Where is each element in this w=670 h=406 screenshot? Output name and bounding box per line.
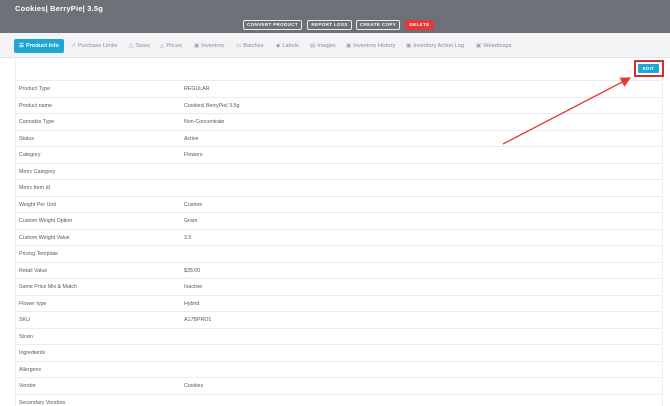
inventory-icon: ▣ xyxy=(194,43,200,49)
field-label: Vendor xyxy=(19,383,36,389)
field-row: Metrc Category xyxy=(15,162,663,180)
field-label: Metrc Item Id xyxy=(19,185,50,191)
product-fields: Product Type REGULAR Product name Cookies|… xyxy=(15,80,663,406)
tab-label: Labels xyxy=(282,43,299,49)
field-value: Non-Concentrate xyxy=(184,119,225,125)
tab-label: Purchase Limits xyxy=(77,43,118,49)
field-label: Custom Weight Value xyxy=(19,234,70,241)
create-copy-button[interactable]: CREATE COPY xyxy=(356,20,400,30)
tax-icon: △ xyxy=(129,43,134,49)
field-row: Weight Per Unit Custom xyxy=(15,195,663,213)
field-value: Custom xyxy=(184,201,203,208)
field-row: Pricing Template xyxy=(15,245,663,262)
field-value: Hybrid xyxy=(184,300,200,307)
field-row: Ingredients xyxy=(15,344,663,361)
tab-inventory-history[interactable]: ▣ Inventory History xyxy=(346,39,395,53)
field-row: Cannabis Type Non-Concentrate xyxy=(15,113,663,130)
field-row: Strain xyxy=(15,327,663,345)
batches-icon: ▭ xyxy=(236,43,242,49)
tab-labels[interactable]: ◆ Labels xyxy=(276,39,299,53)
field-value: Cookies| BerryPie| 3.5g xyxy=(184,102,240,109)
field-row: Metrc Item Id xyxy=(15,179,663,196)
report-loss-button[interactable]: REPORT LOSS xyxy=(307,20,352,30)
field-label: Strain xyxy=(19,333,33,340)
tab-label: Taxes xyxy=(135,43,150,49)
tab-prices[interactable]: △ Prices xyxy=(160,39,182,53)
header-actions: CONVERT PRODUCT REPORT LOSS CREATE COPY … xyxy=(0,20,670,30)
log-icon: ▣ xyxy=(406,43,412,49)
convert-product-button[interactable]: CONVERT PRODUCT xyxy=(243,20,302,30)
field-label: Retail Value xyxy=(19,267,48,274)
tab-images[interactable]: ▤ Images xyxy=(310,39,336,53)
field-label: Cannabis Type xyxy=(19,119,55,125)
tab-label: Batches xyxy=(243,43,264,49)
field-label: Status xyxy=(19,135,35,142)
field-value: $35.00 xyxy=(184,267,201,274)
tab-bar: ☰ Product Info ↗ Purchase Limits △ Taxes △ P… xyxy=(0,33,670,58)
field-label: Product Type xyxy=(19,86,51,92)
price-icon: △ xyxy=(160,43,165,49)
field-label: Product name xyxy=(19,102,52,109)
list-icon: ☰ xyxy=(19,43,25,49)
tag-icon: ◆ xyxy=(276,43,281,49)
field-value: A17BPRO1 xyxy=(184,317,212,323)
field-row: Secondary Vendors xyxy=(15,393,663,406)
page-title: Cookies| BerryPie| 3.5g xyxy=(15,4,104,13)
tab-label: Inventory Action Log xyxy=(413,43,464,49)
field-value: Cookies xyxy=(184,383,204,389)
field-row: Product name Cookies| BerryPie| 3.5g xyxy=(15,96,663,114)
field-label: Custom Weight Option xyxy=(19,218,73,224)
weedmaps-icon: ▣ xyxy=(476,43,482,49)
tab-label: Weedmaps xyxy=(483,43,512,49)
tab-label: Inventory xyxy=(201,43,225,49)
field-row: Product Type REGULAR xyxy=(15,80,663,97)
field-row: Custom Weight Option Gram xyxy=(15,212,663,229)
field-value: Flowers xyxy=(184,152,203,158)
tab-label: Prices xyxy=(166,43,182,49)
field-row: Category Flowers xyxy=(15,146,663,163)
field-value: Gram xyxy=(184,218,198,224)
field-value: Active xyxy=(184,135,199,142)
tab-taxes[interactable]: △ Taxes xyxy=(129,39,150,53)
tab-batches[interactable]: ▭ Batches xyxy=(236,39,264,53)
field-row: SKU A17BPRO1 xyxy=(15,311,663,328)
field-label: Category xyxy=(19,152,41,158)
field-row: Allergens xyxy=(15,360,663,378)
tab-inventory-action-log[interactable]: ▣ Inventory Action Log xyxy=(406,39,464,53)
tab-label: Product Info xyxy=(26,43,59,49)
field-row: Status Active xyxy=(15,129,663,147)
tab-label: Images xyxy=(317,43,336,49)
field-row: Vendor Cookies xyxy=(15,377,663,394)
field-label: Allergens xyxy=(19,366,42,373)
image-icon: ▤ xyxy=(310,43,316,49)
delete-button[interactable]: DELETE xyxy=(405,20,434,30)
field-row: Custom Weight Value 3.5 xyxy=(15,228,663,246)
edit-button[interactable]: EDIT xyxy=(638,64,659,73)
history-icon: ▣ xyxy=(346,43,352,49)
tab-inventory[interactable]: ▣ Inventory xyxy=(194,39,224,53)
tab-weedmaps[interactable]: ▣ Weedmaps xyxy=(476,39,512,53)
field-row: Same Price Mix & Match Inactive xyxy=(15,278,663,295)
field-value: 3.5 xyxy=(184,234,192,241)
field-label: Metrc Category xyxy=(19,168,56,175)
trend-icon: ↗ xyxy=(71,43,76,49)
field-label: Pricing Template xyxy=(19,251,59,257)
field-row: Retail Value $35.00 xyxy=(15,261,663,279)
field-label: Secondary Vendors xyxy=(19,399,66,406)
field-label: Flower type xyxy=(19,300,47,307)
tab-label: Inventory History xyxy=(353,43,396,49)
field-label: Same Price Mix & Match xyxy=(19,284,77,290)
field-label: Ingredients xyxy=(19,350,46,356)
field-value: Inactive xyxy=(184,284,203,290)
page-header: Cookies| BerryPie| 3.5g CONVERT PRODUCT … xyxy=(0,0,670,33)
field-label: Weight Per Unit xyxy=(19,201,56,208)
tab-product-info[interactable]: ☰ Product Info xyxy=(14,39,64,53)
field-row: Flower type Hybrid xyxy=(15,294,663,312)
field-label: SKU xyxy=(19,317,30,323)
field-value: REGULAR xyxy=(184,86,210,92)
tab-purchase-limits[interactable]: ↗ Purchase Limits xyxy=(71,39,117,53)
